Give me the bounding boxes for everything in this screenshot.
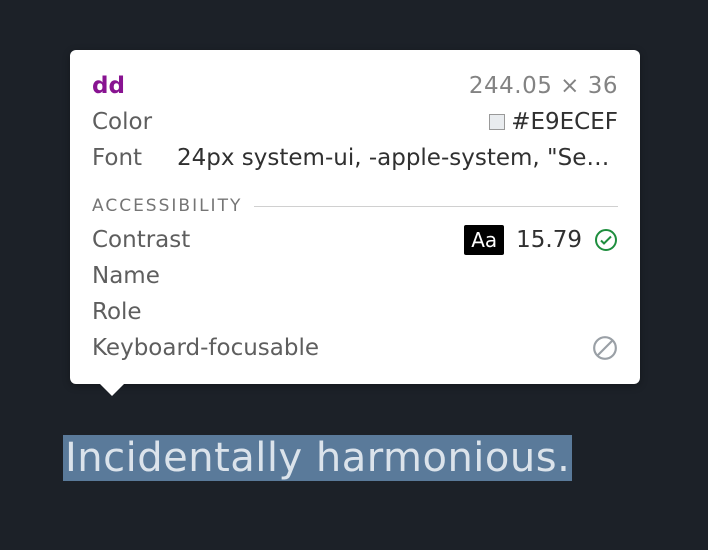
color-value: #E9ECEF — [177, 109, 618, 135]
inspected-dom-text[interactable]: Incidentally harmonious. — [63, 435, 572, 481]
contrast-label: Contrast — [92, 227, 190, 253]
contrast-value-group: Aa 15.79 — [464, 225, 618, 255]
divider — [254, 206, 618, 207]
contrast-badge: Aa — [464, 225, 504, 255]
keyboard-label: Keyboard-focusable — [92, 335, 319, 361]
font-label: Font — [92, 145, 177, 171]
color-swatch-icon — [489, 114, 505, 130]
highlighted-selection[interactable]: Incidentally harmonious. — [63, 435, 572, 481]
name-label: Name — [92, 263, 160, 289]
contrast-number: 15.79 — [516, 227, 582, 253]
check-circle-icon — [594, 228, 618, 252]
color-label: Color — [92, 109, 177, 135]
prohibit-icon — [592, 335, 618, 361]
name-row: Name — [92, 258, 618, 294]
accessibility-title: ACCESSIBILITY — [92, 196, 242, 216]
contrast-row: Contrast Aa 15.79 — [92, 222, 618, 258]
element-tag: dd — [92, 73, 125, 99]
keyboard-row: Keyboard-focusable — [92, 330, 618, 366]
color-hex: #E9ECEF — [511, 109, 618, 135]
font-value: 24px system-ui, -apple-system, "Segoe… — [177, 145, 618, 171]
font-row: Font 24px system-ui, -apple-system, "Seg… — [92, 140, 618, 176]
element-inspector-tooltip: dd 244.05 × 36 Color #E9ECEF Font 24px s… — [70, 50, 640, 384]
element-dimensions: 244.05 × 36 — [469, 73, 618, 99]
header-row: dd 244.05 × 36 — [92, 68, 618, 104]
obscured-text-row — [63, 397, 563, 437]
color-row: Color #E9ECEF — [92, 104, 618, 140]
role-label: Role — [92, 299, 142, 325]
accessibility-section-header: ACCESSIBILITY — [92, 196, 618, 216]
role-row: Role — [92, 294, 618, 330]
